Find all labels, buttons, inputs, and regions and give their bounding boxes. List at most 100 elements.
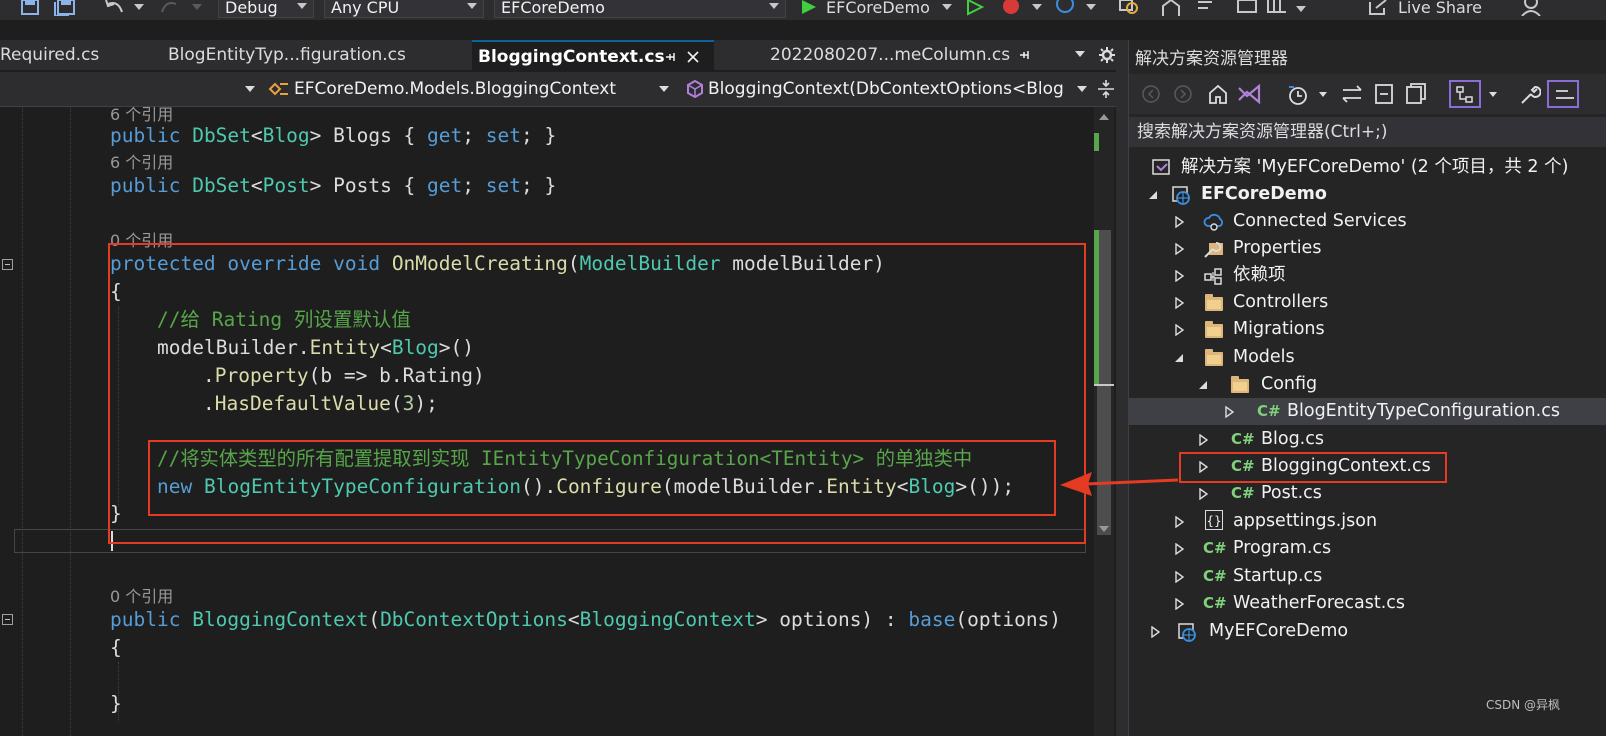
comment-icon[interactable] xyxy=(1236,0,1258,16)
dependencies-icon xyxy=(1204,268,1222,285)
tab-migration[interactable]: 2022080207...meColumn.cs xyxy=(764,40,1064,70)
collapsed-arrow-icon[interactable] xyxy=(1199,488,1209,500)
gear-icon[interactable] xyxy=(1098,46,1116,64)
collapsed-arrow-icon[interactable] xyxy=(1175,270,1185,282)
visual-studio-icon[interactable] xyxy=(1237,84,1261,104)
tab-bloggingcontext[interactable]: BloggingContext.cs xyxy=(472,40,714,70)
tree-node-label: Connected Services xyxy=(1233,211,1407,231)
class-dropdown[interactable]: EFCoreDemo.Models.BloggingContext xyxy=(266,75,678,103)
live-share-icon[interactable] xyxy=(1368,0,1388,16)
format-icon[interactable] xyxy=(1266,0,1288,16)
scroll-down-icon[interactable] xyxy=(1098,525,1110,533)
collapse-region-icon[interactable] xyxy=(2,259,13,270)
tree-node-label: Blog.cs xyxy=(1261,429,1324,449)
web-project-icon xyxy=(1178,623,1196,642)
scroll-change-marker xyxy=(1094,133,1099,151)
split-editor-icon[interactable] xyxy=(1098,80,1114,98)
tab-blog-entity-configuration[interactable]: BlogEntityTyp...figuration.cs xyxy=(162,40,462,70)
hot-reload-dropdown-icon[interactable] xyxy=(1032,4,1042,10)
sort-icon[interactable] xyxy=(1196,0,1214,16)
member-dropdown[interactable]: BloggingContext(DbContextOptions<Blog xyxy=(684,75,1092,103)
collapsed-arrow-icon[interactable] xyxy=(1225,406,1235,418)
pending-dropdown-icon[interactable] xyxy=(1319,92,1327,97)
save-icon[interactable] xyxy=(20,0,40,16)
class-path: EFCoreDemo.Models.BloggingContext xyxy=(294,79,617,99)
code-line-constructor: public BloggingContext(DbContextOptions<… xyxy=(110,608,1062,631)
more-dropdown-icon[interactable] xyxy=(1296,6,1306,12)
expanded-arrow-icon[interactable] xyxy=(1149,191,1157,199)
sync-icon[interactable] xyxy=(1341,84,1363,104)
run-target-label[interactable]: EFCoreDemo xyxy=(826,0,930,17)
collapsed-arrow-icon[interactable] xyxy=(1151,626,1161,638)
show-all-files-icon[interactable] xyxy=(1405,82,1427,106)
collapsed-arrow-icon[interactable] xyxy=(1175,598,1185,610)
startup-project-dropdown[interactable]: EFCoreDemo xyxy=(494,0,786,18)
watermark: CSDN @异枫 xyxy=(1486,698,1561,712)
pending-changes-icon[interactable] xyxy=(1287,84,1309,106)
panel-splitter[interactable] xyxy=(1116,40,1128,736)
run-dropdown-icon[interactable] xyxy=(942,4,952,10)
collapsed-arrow-icon[interactable] xyxy=(1175,571,1185,583)
collapse-region-icon[interactable] xyxy=(2,614,13,625)
refresh-dropdown-icon[interactable] xyxy=(1086,4,1096,10)
collapsed-arrow-icon[interactable] xyxy=(1175,516,1185,528)
tree-node-label: 依赖项 xyxy=(1233,265,1286,285)
refresh-icon[interactable] xyxy=(1054,0,1076,16)
tab-required[interactable]: Required.cs xyxy=(0,40,160,70)
chevron-down-icon xyxy=(245,86,255,92)
collapsed-arrow-icon[interactable] xyxy=(1175,297,1185,309)
collapsed-arrow-icon[interactable] xyxy=(1175,243,1185,255)
pin-icon[interactable] xyxy=(664,50,678,64)
hot-reload-icon[interactable] xyxy=(1000,0,1022,16)
platform-dropdown[interactable]: Any CPU xyxy=(324,0,484,18)
start-without-debug-icon[interactable] xyxy=(966,0,984,16)
live-share-label[interactable]: Live Share xyxy=(1398,0,1482,17)
redo-icon[interactable] xyxy=(158,0,180,16)
collapsed-arrow-icon[interactable] xyxy=(1175,543,1185,555)
find-icon[interactable] xyxy=(1118,0,1140,16)
back-icon[interactable] xyxy=(1141,84,1161,104)
tree-node-label: appsettings.json xyxy=(1233,511,1378,531)
indent-guide xyxy=(22,107,23,736)
editor-scrollbar[interactable] xyxy=(1094,107,1114,736)
tree-dropdown-icon[interactable] xyxy=(1489,92,1497,97)
startup-project-value: EFCoreDemo xyxy=(501,0,605,17)
save-all-icon[interactable] xyxy=(54,0,76,16)
solution-explorer: 解决方案资源管理器 搜索解决方案资源管理器(Ctrl+;) 解决方案 'MyEF… xyxy=(1128,40,1606,736)
wrench-icon[interactable] xyxy=(1519,84,1541,106)
preview-selected-items-button[interactable] xyxy=(1547,80,1579,108)
redo-dropdown-icon[interactable] xyxy=(192,4,202,10)
scroll-up-icon[interactable] xyxy=(1098,113,1110,121)
document-tab-strip: Required.cs BlogEntityTyp...figuration.c… xyxy=(0,40,1124,70)
folder-icon xyxy=(1205,349,1223,366)
account-icon[interactable] xyxy=(1520,0,1542,16)
collapsed-arrow-icon[interactable] xyxy=(1175,324,1185,336)
home-icon[interactable] xyxy=(1207,84,1229,104)
expanded-arrow-icon[interactable] xyxy=(1175,354,1183,362)
undo-dropdown-icon[interactable] xyxy=(134,4,144,10)
reference-count[interactable]: 0 个引用 xyxy=(110,583,173,607)
code-line-ctor-open: { xyxy=(110,636,122,659)
start-debug-icon[interactable] xyxy=(800,0,818,16)
solution-explorer-search-input[interactable]: 搜索解决方案资源管理器(Ctrl+;) xyxy=(1129,117,1606,147)
code-editor[interactable]: 6 个引用 public DbSet<Blog> Blogs { get; se… xyxy=(0,107,1094,736)
collapsed-arrow-icon[interactable] xyxy=(1175,216,1185,228)
sync-with-active-document-button[interactable] xyxy=(1449,80,1481,108)
tab-overflow-dropdown-icon[interactable] xyxy=(1074,50,1086,60)
project-dropdown[interactable] xyxy=(0,75,260,103)
collapse-all-icon[interactable] xyxy=(1373,82,1395,106)
csharp-file-icon: C# xyxy=(1203,594,1227,612)
reference-count[interactable]: 6 个引用 xyxy=(110,149,173,173)
undo-icon[interactable] xyxy=(104,0,126,16)
expanded-arrow-icon[interactable] xyxy=(1199,381,1207,389)
configuration-dropdown[interactable]: Debug xyxy=(218,0,314,18)
chevron-down-icon xyxy=(769,3,779,9)
platform-value: Any CPU xyxy=(331,0,400,17)
close-icon[interactable] xyxy=(686,50,700,64)
pin-icon[interactable] xyxy=(1018,48,1032,62)
collapsed-arrow-icon[interactable] xyxy=(1199,434,1209,446)
json-file-icon: {} xyxy=(1205,510,1223,530)
home-icon[interactable] xyxy=(1160,0,1182,16)
folder-icon xyxy=(1231,376,1249,393)
forward-icon[interactable] xyxy=(1173,84,1193,104)
